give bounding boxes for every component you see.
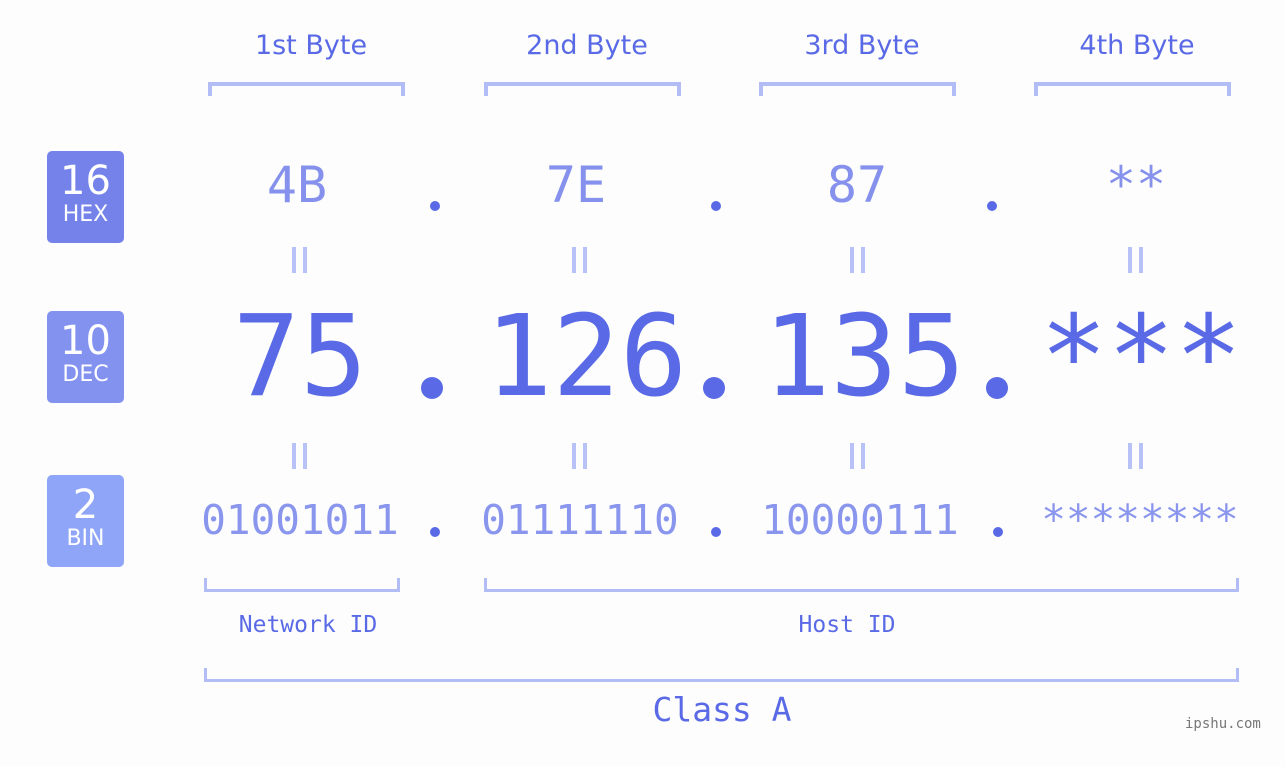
byte-label-3: 3rd Byte (804, 30, 920, 61)
host-id-label: Host ID (798, 612, 896, 638)
hex-byte-3: 87 (826, 156, 888, 214)
class-label: Class A (652, 690, 792, 729)
bin-byte-4: ******** (1041, 496, 1239, 544)
byte-bracket-4 (1034, 82, 1231, 96)
byte-label-1: 1st Byte (254, 30, 368, 61)
class-bracket (204, 668, 1239, 682)
dec-badge-unit: DEC (62, 362, 109, 387)
bin-dot-1 (430, 527, 440, 537)
hex-byte-2: 7E (545, 156, 607, 214)
bin-byte-3: 10000111 (761, 496, 959, 544)
equals-icon (848, 443, 868, 469)
network-id-label: Network ID (238, 612, 378, 638)
hex-byte-4: ** (1105, 156, 1167, 214)
byte-label-4: 4th Byte (1079, 30, 1195, 61)
bin-badge: 2 BIN (47, 475, 124, 567)
byte-bracket-3 (759, 82, 956, 96)
watermark: ipshu.com (1185, 716, 1261, 732)
dec-badge-number: 10 (60, 318, 111, 364)
equals-icon (570, 247, 590, 273)
bin-byte-1: 01001011 (201, 496, 399, 544)
dec-byte-4: *** (1040, 292, 1243, 422)
dec-dot-3 (986, 377, 1008, 399)
equals-icon (290, 247, 310, 273)
network-id-bracket (204, 578, 400, 592)
bin-badge-number: 2 (72, 482, 99, 528)
dec-byte-3: 135 (763, 292, 966, 422)
host-id-bracket (484, 578, 1239, 592)
bin-byte-2: 01111110 (481, 496, 679, 544)
dec-byte-1: 75 (232, 292, 368, 422)
equals-icon (848, 247, 868, 273)
byte-bracket-1 (208, 82, 405, 96)
hex-badge-unit: HEX (62, 202, 109, 227)
hex-badge-number: 16 (60, 158, 111, 204)
bin-badge-unit: BIN (66, 526, 105, 551)
bin-dot-3 (993, 527, 1003, 537)
hex-byte-1: 4B (266, 156, 328, 214)
hex-dot-1 (430, 201, 440, 211)
dec-badge: 10 DEC (47, 311, 124, 403)
equals-icon (1126, 443, 1146, 469)
hex-dot-2 (711, 201, 721, 211)
dec-byte-2: 126 (485, 292, 688, 422)
hex-badge: 16 HEX (47, 151, 124, 243)
dec-dot-1 (421, 377, 443, 399)
hex-dot-3 (987, 201, 997, 211)
byte-label-2: 2nd Byte (526, 30, 648, 61)
bin-dot-2 (711, 527, 721, 537)
equals-icon (290, 443, 310, 469)
equals-icon (570, 443, 590, 469)
byte-bracket-2 (484, 82, 681, 96)
dec-dot-2 (703, 377, 725, 399)
equals-icon (1126, 247, 1146, 273)
